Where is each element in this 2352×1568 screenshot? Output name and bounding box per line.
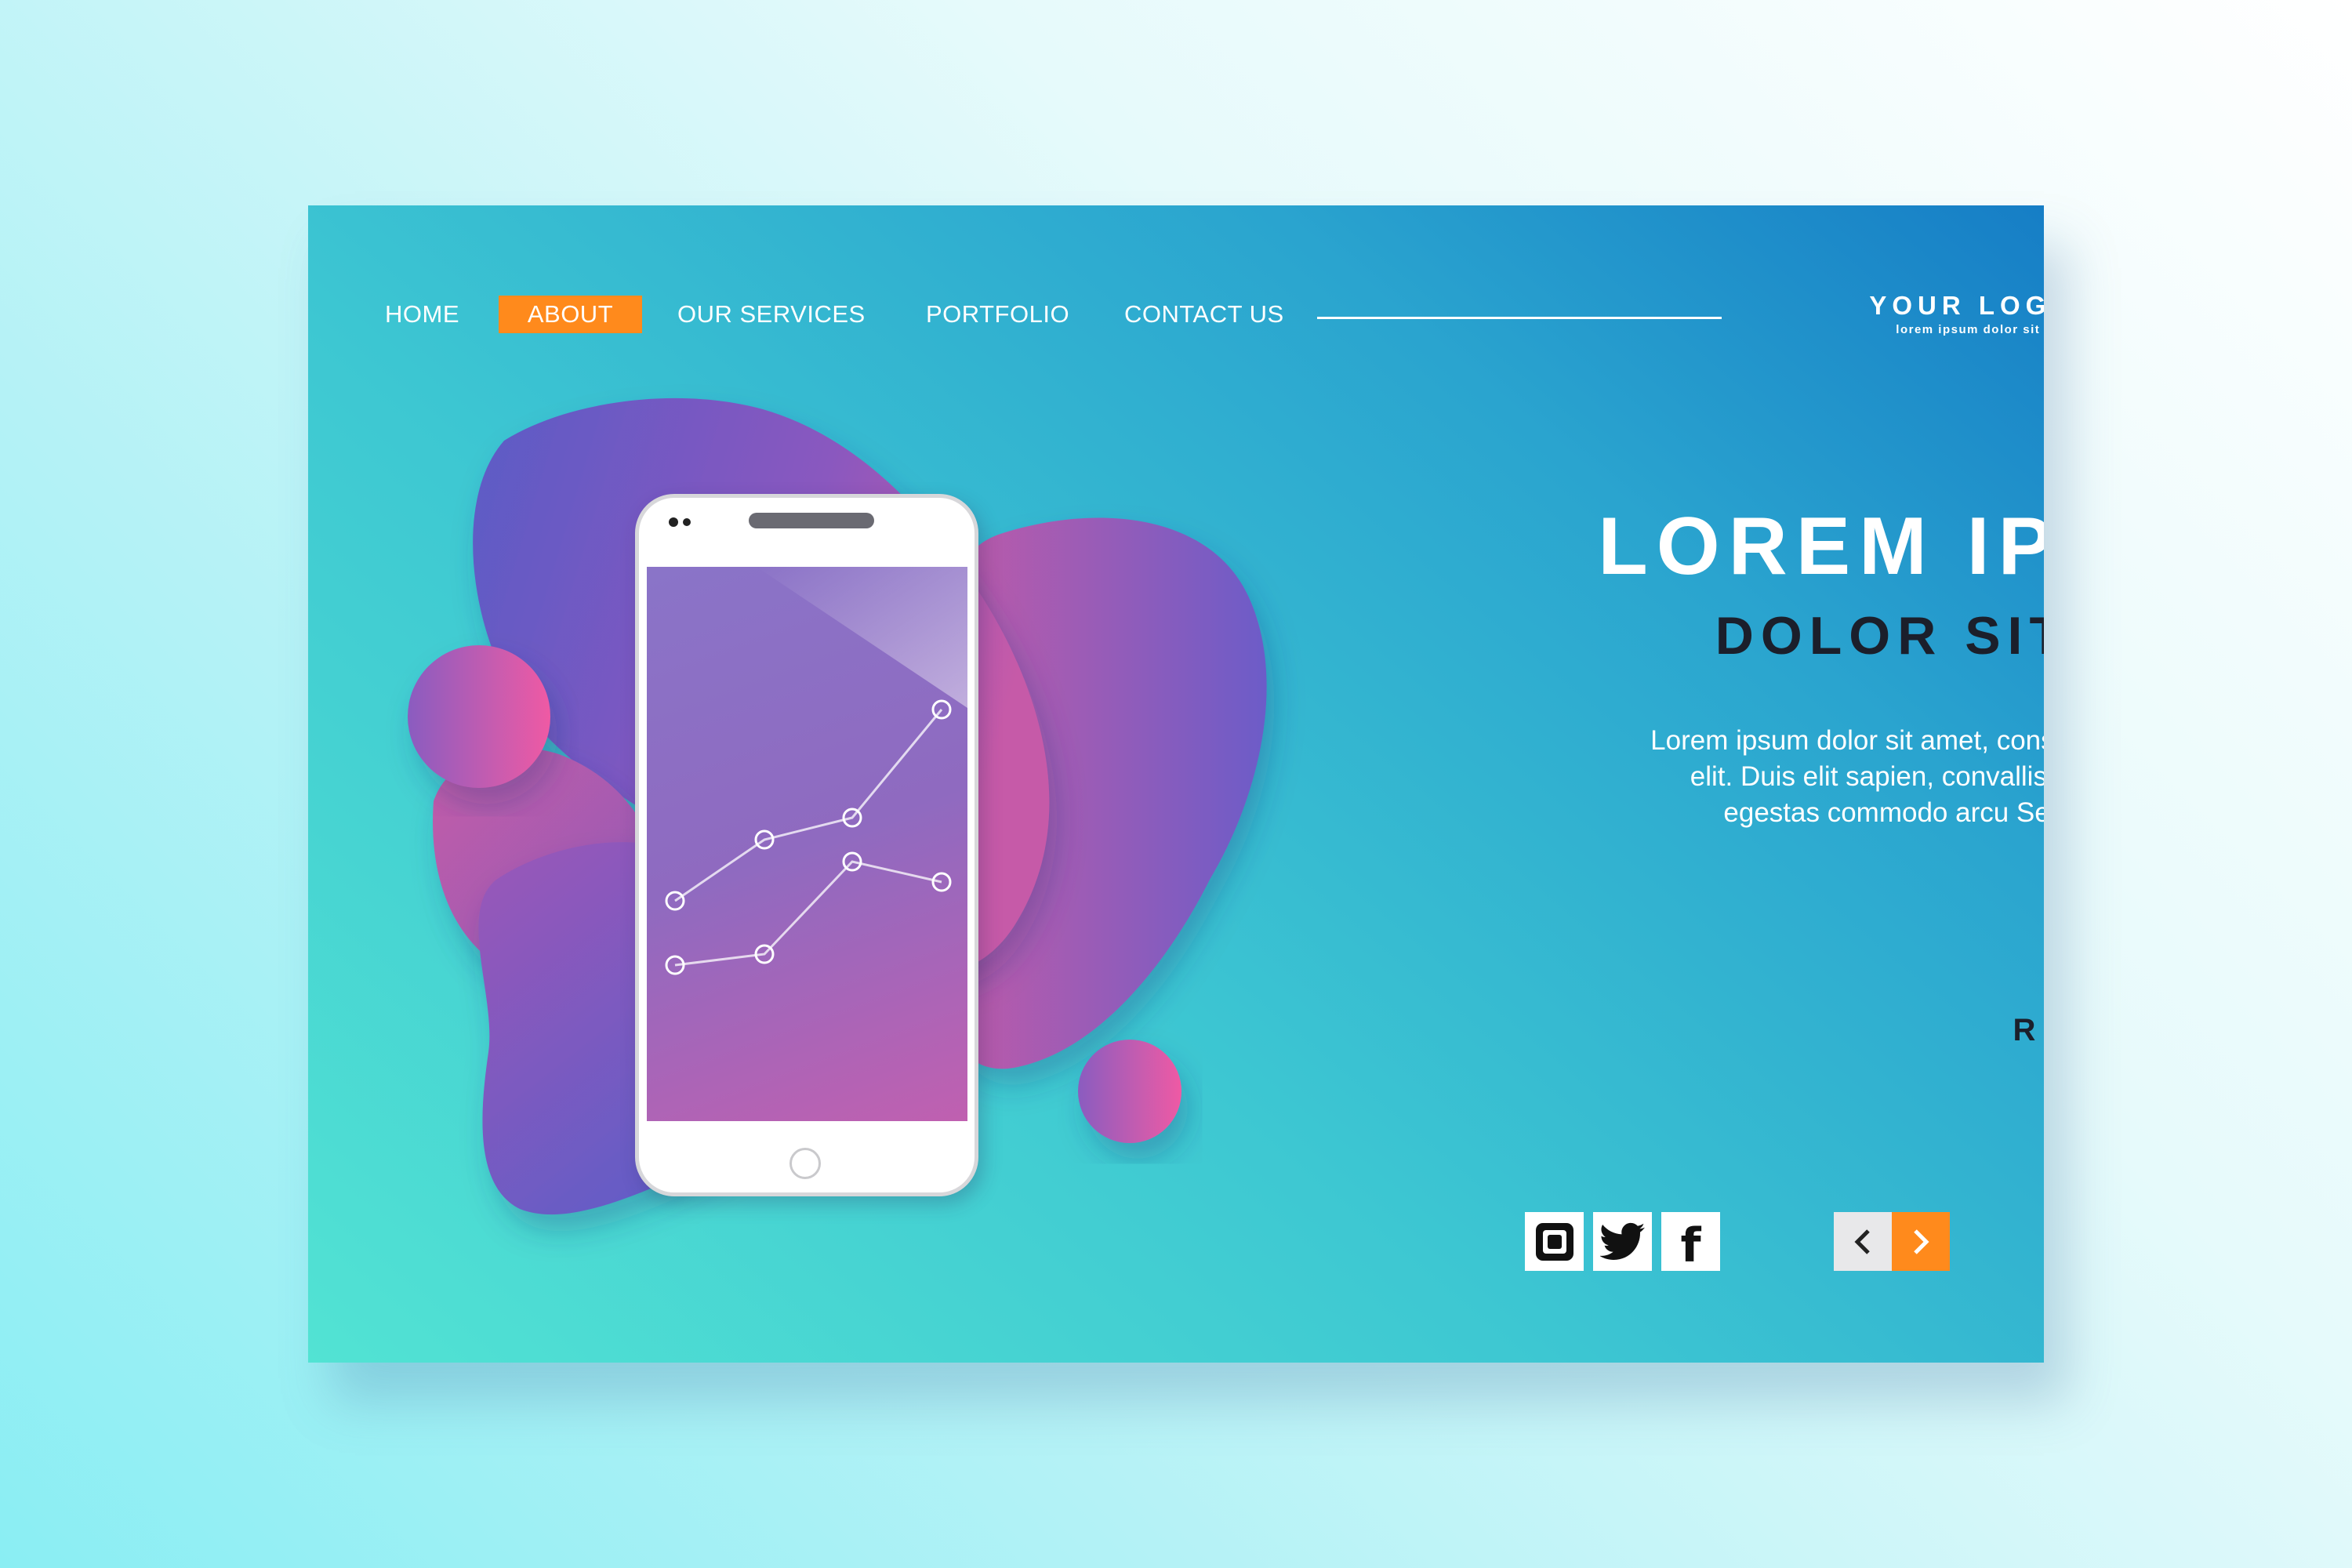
hero-subtitle: DOLOR SIT AMET xyxy=(1715,606,2044,666)
phone-line-graph xyxy=(665,567,967,975)
read-more-button[interactable]: READ MORE xyxy=(1759,1013,2044,1048)
facebook-icon[interactable]: f xyxy=(1661,1212,1720,1271)
circle-large xyxy=(408,645,550,788)
instagram-glyph xyxy=(1535,1222,1573,1261)
twitter-glyph xyxy=(1599,1222,1645,1260)
screen-glare xyxy=(757,567,967,708)
landing-card: HOME ABOUT OUR SERVICES PORTFOLIO CONTAC… xyxy=(308,205,2044,1363)
chevron-right-glyph xyxy=(1914,1229,1929,1254)
phone-mockup xyxy=(635,494,978,1196)
phone-home-button xyxy=(789,1148,821,1179)
facebook-glyph: f xyxy=(1680,1218,1701,1273)
chevron-left-glyph xyxy=(1854,1229,1870,1254)
graph-line-lower xyxy=(674,860,942,967)
chevron-left-icon[interactable] xyxy=(1834,1212,1892,1271)
phone-sensor-icon xyxy=(683,518,691,526)
twitter-icon[interactable] xyxy=(1593,1212,1652,1271)
instagram-icon[interactable] xyxy=(1525,1212,1584,1271)
hero-body-text: Lorem ipsum dolor sit amet, consectetur … xyxy=(1650,725,2044,828)
chevron-right-icon[interactable] xyxy=(1892,1212,1950,1271)
phone-camera-icon xyxy=(669,517,678,527)
hero-title: LOREM IPSUM xyxy=(1598,501,2044,592)
circle-small xyxy=(1078,1040,1181,1143)
phone-screen xyxy=(647,567,967,1121)
phone-speaker xyxy=(749,513,874,528)
